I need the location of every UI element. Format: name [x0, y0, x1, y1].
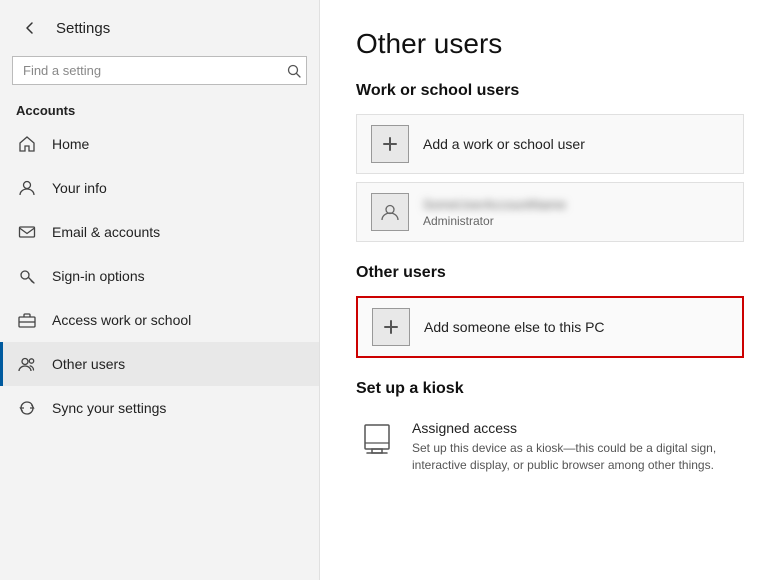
home-icon — [16, 133, 38, 155]
add-work-user-button[interactable]: Add a work or school user — [356, 114, 744, 174]
app-title: Settings — [56, 20, 110, 37]
sidebar: Settings Accounts Home — [0, 0, 320, 580]
kiosk-text: Assigned access Set up this device as a … — [412, 420, 744, 474]
sync-icon — [16, 397, 38, 419]
sidebar-item-home-label: Home — [52, 136, 89, 152]
person-icon — [16, 177, 38, 199]
existing-user-item[interactable]: SomeUserAccountName Administrator — [356, 182, 744, 242]
other-users-section-title: Other users — [356, 264, 744, 282]
sidebar-item-your-info-label: Your info — [52, 180, 107, 196]
add-someone-button[interactable]: Add someone else to this PC — [356, 296, 744, 358]
kiosk-description: Set up this device as a kiosk—this could… — [412, 440, 744, 474]
add-work-user-text: Add a work or school user — [423, 136, 585, 152]
main-content: Other users Work or school users Add a w… — [320, 0, 780, 580]
add-someone-icon — [372, 308, 410, 346]
page-title: Other users — [356, 28, 744, 60]
search-icon[interactable] — [287, 64, 301, 78]
people-icon — [16, 353, 38, 375]
sidebar-nav: Home Your info Email & accounts — [0, 122, 319, 430]
sidebar-item-signin[interactable]: Sign-in options — [0, 254, 319, 298]
existing-user-text: SomeUserAccountName Administrator — [423, 197, 566, 228]
sidebar-item-work-label: Access work or school — [52, 312, 191, 328]
sidebar-item-email-label: Email & accounts — [52, 224, 160, 240]
key-icon — [16, 265, 38, 287]
email-icon — [16, 221, 38, 243]
kiosk-section: Set up a kiosk Assigned access Set up th… — [356, 380, 744, 482]
kiosk-title: Assigned access — [412, 420, 744, 436]
sidebar-item-other-users-label: Other users — [52, 356, 125, 372]
sidebar-item-other-users[interactable]: Other users — [0, 342, 319, 386]
search-container — [12, 56, 307, 85]
existing-user-role: Administrator — [423, 214, 566, 228]
existing-user-name: SomeUserAccountName — [423, 197, 566, 212]
kiosk-section-title: Set up a kiosk — [356, 380, 744, 398]
sidebar-item-signin-label: Sign-in options — [52, 268, 145, 284]
existing-user-icon — [371, 193, 409, 231]
add-work-user-label: Add a work or school user — [423, 136, 585, 152]
back-button[interactable] — [16, 14, 44, 42]
sidebar-item-sync[interactable]: Sync your settings — [0, 386, 319, 430]
briefcase-icon — [16, 309, 38, 331]
section-label: Accounts — [0, 95, 319, 122]
add-someone-label: Add someone else to this PC — [424, 319, 605, 335]
sidebar-item-home[interactable]: Home — [0, 122, 319, 166]
search-input[interactable] — [12, 56, 307, 85]
work-school-section-title: Work or school users — [356, 82, 744, 100]
add-work-user-icon — [371, 125, 409, 163]
sidebar-item-sync-label: Sync your settings — [52, 400, 166, 416]
kiosk-item[interactable]: Assigned access Set up this device as a … — [356, 412, 744, 482]
add-someone-text: Add someone else to this PC — [424, 319, 605, 335]
sidebar-item-email[interactable]: Email & accounts — [0, 210, 319, 254]
sidebar-item-work[interactable]: Access work or school — [0, 298, 319, 342]
kiosk-icon — [356, 420, 398, 462]
sidebar-item-your-info[interactable]: Your info — [0, 166, 319, 210]
sidebar-header: Settings — [0, 0, 319, 52]
